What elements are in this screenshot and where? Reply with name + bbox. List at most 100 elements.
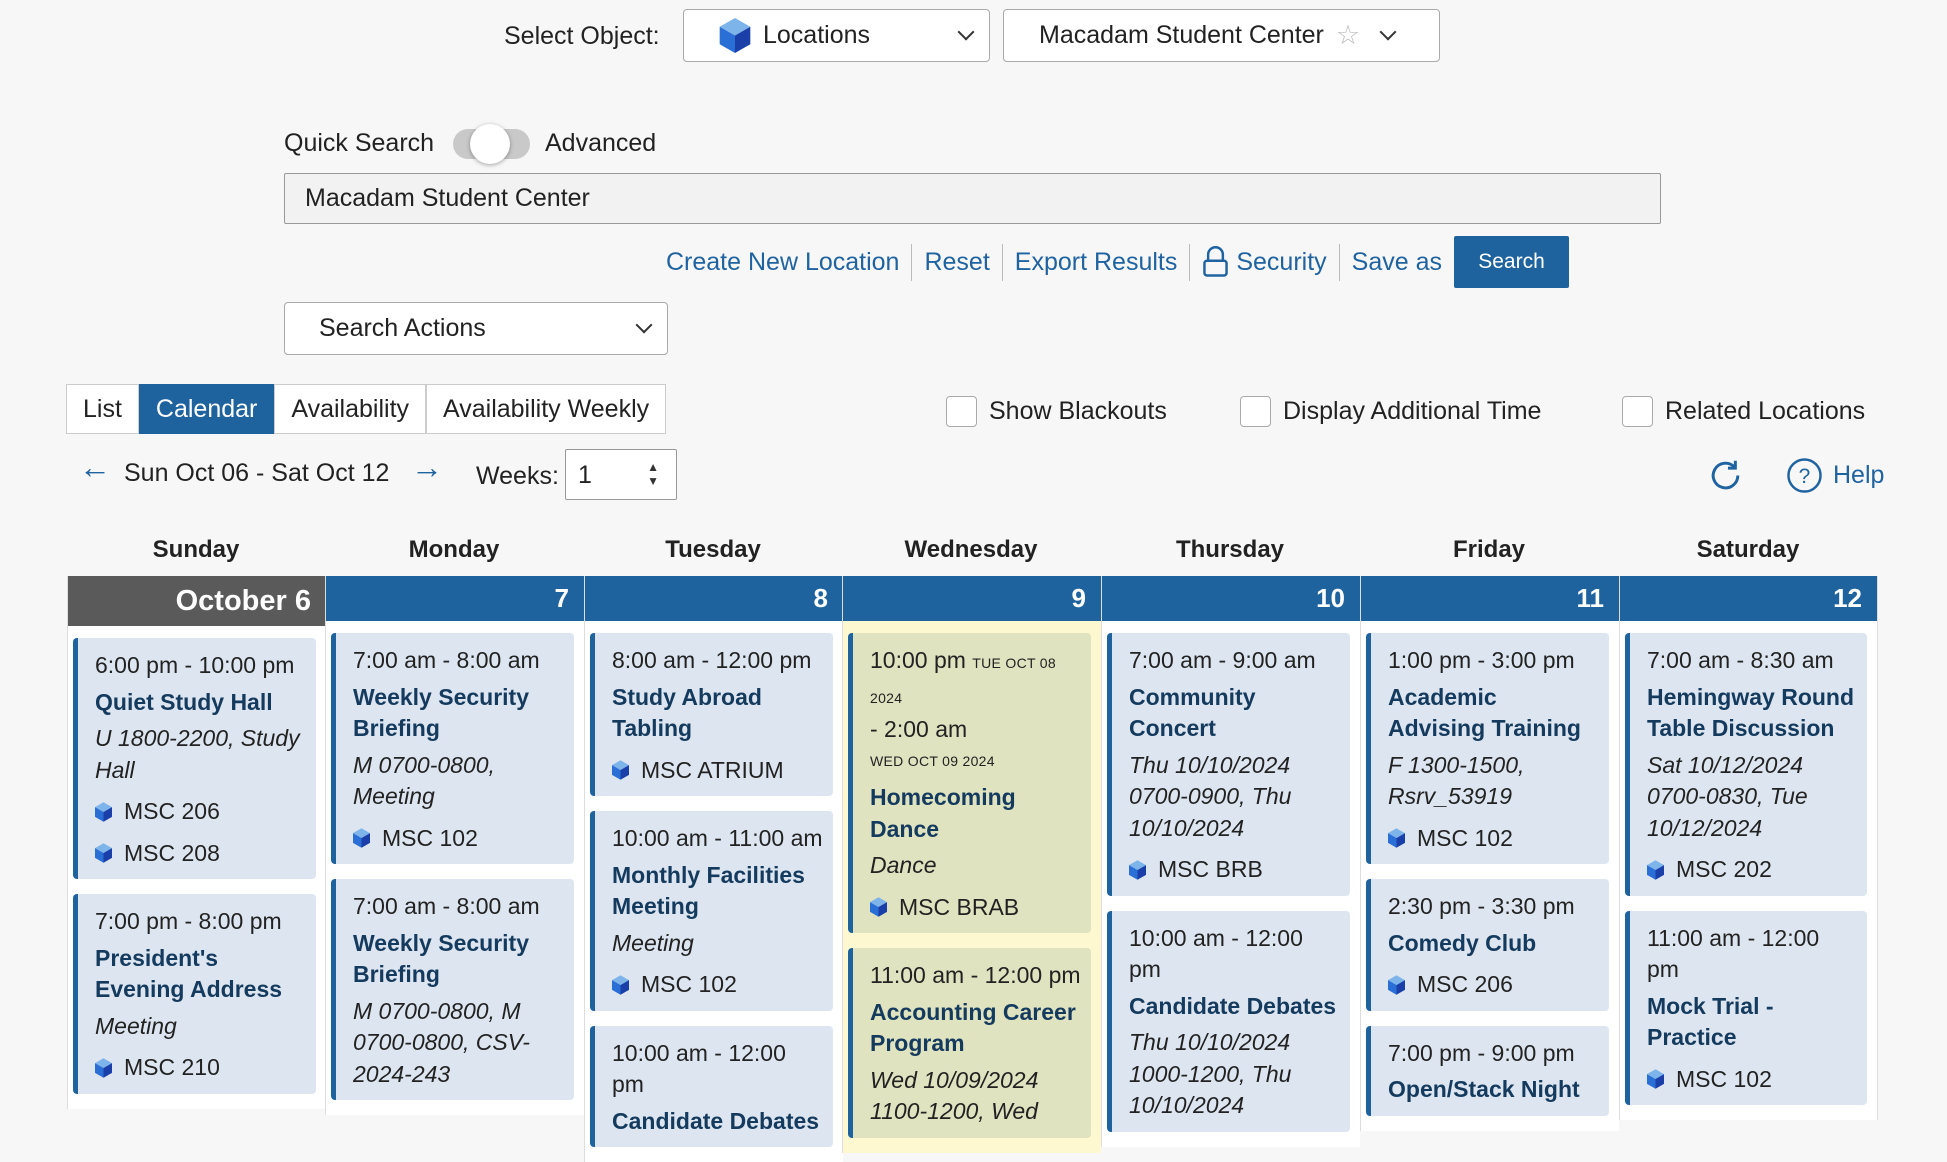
day-date-header[interactable]: 11	[1361, 576, 1619, 621]
day-date-header[interactable]: October 6	[68, 576, 326, 626]
event-title[interactable]: Monthly Facilities Meeting	[612, 860, 823, 923]
tab-list[interactable]: List	[66, 384, 139, 434]
event-card[interactable]: 7:00 am - 9:00 am Community Concert Thu 10…	[1107, 633, 1350, 896]
location-cube-icon	[95, 843, 112, 863]
event-title[interactable]: Community Concert	[1129, 682, 1340, 745]
event-detail: M 0700-0800, M 0700-0800, CSV-2024-243	[353, 997, 530, 1087]
event-card[interactable]: 10:00 am - 11:00 am Monthly Facilities Me…	[590, 811, 833, 1011]
event-location[interactable]: MSC 102	[612, 969, 823, 1001]
event-location[interactable]: MSC BRAB	[870, 892, 1081, 924]
show-blackouts-checkbox[interactable]: Show Blackouts	[946, 396, 1167, 427]
security-link[interactable]: Security	[1202, 246, 1327, 278]
export-results-link[interactable]: Export Results	[1015, 248, 1178, 277]
stepper-arrows-icon[interactable]: ▲ ▼	[647, 460, 659, 488]
svg-text:?: ?	[1799, 465, 1811, 488]
help-label: Help	[1833, 461, 1885, 489]
event-title[interactable]: Academic Advising Training	[1388, 682, 1599, 745]
day-name: Thursday	[1175, 536, 1285, 563]
object-name-value: Macadam Student Center	[1039, 21, 1324, 49]
related-locations-checkbox[interactable]: Related Locations	[1622, 396, 1865, 427]
day-date-header[interactable]: 7	[326, 576, 584, 621]
tab-calendar[interactable]: Calendar	[138, 384, 275, 434]
event-title[interactable]: Weekly Security Briefing	[353, 928, 564, 991]
location-cube-icon	[1388, 975, 1405, 995]
event-detail: Thu 10/10/2024 1000-1200, Thu 10/10/2024	[1129, 1029, 1292, 1118]
day-name: Friday	[1452, 536, 1526, 563]
day-date-header[interactable]: 12	[1620, 576, 1877, 621]
event-title[interactable]: President's Evening Address	[95, 943, 306, 1006]
event-title[interactable]: Weekly Security Briefing	[353, 682, 564, 745]
help-link[interactable]: ? Help	[1786, 457, 1884, 494]
event-location[interactable]: MSC 206	[1388, 969, 1599, 1001]
event-end-time: - 2:00 am	[870, 716, 968, 742]
event-card[interactable]: 7:00 am - 8:00 am Weekly Security Briefin…	[331, 633, 574, 864]
event-card[interactable]: 11:00 am - 12:00 pm Accounting Career Pro…	[848, 948, 1091, 1138]
event-card[interactable]: 7:00 am - 8:00 am Weekly Security Briefin…	[331, 879, 574, 1100]
reset-link[interactable]: Reset	[924, 248, 989, 277]
event-title[interactable]: Candidate Debates	[612, 1106, 823, 1138]
next-week-arrow-icon[interactable]: →	[411, 449, 443, 486]
event-card[interactable]: 7:00 pm - 8:00 pm President's Evening Add…	[73, 894, 316, 1094]
event-location[interactable]: MSC 102	[353, 823, 564, 855]
event-location[interactable]: MSC BRB	[1129, 854, 1340, 886]
event-time: 7:00 am - 9:00 am	[1129, 645, 1340, 677]
tab-availability[interactable]: Availability	[274, 384, 427, 434]
event-location[interactable]: MSC 102	[1647, 1064, 1857, 1096]
event-time: 2:30 pm - 3:30 pm	[1388, 891, 1599, 923]
location-cube-icon	[719, 18, 751, 53]
event-time: 7:00 am - 8:30 am	[1647, 645, 1857, 677]
tab-availability-weekly[interactable]: Availability Weekly	[426, 384, 667, 434]
event-card[interactable]: 6:00 pm - 10:00 pm Quiet Study Hall U 1800…	[73, 638, 316, 879]
event-location[interactable]: MSC 206	[95, 796, 306, 828]
day-date-header[interactable]: 10	[1102, 576, 1360, 621]
weeks-stepper[interactable]: 1 ▲ ▼	[565, 449, 677, 500]
event-detail: M 0700-0800, Meeting	[353, 751, 495, 810]
event-title[interactable]: Mock Trial - Practice	[1647, 991, 1857, 1054]
search-actions-dropdown[interactable]: Search Actions	[284, 302, 668, 355]
event-card[interactable]: 10:00 pm TUE OCT 08 2024- 2:00 am WED OCT…	[848, 633, 1091, 933]
event-title[interactable]: Candidate Debates	[1129, 991, 1340, 1023]
event-card[interactable]: 7:00 pm - 9:00 pm Open/Stack Night	[1366, 1025, 1609, 1116]
event-title[interactable]: Accounting Career Program	[870, 997, 1081, 1060]
event-time: 7:00 pm - 8:00 pm	[95, 906, 306, 938]
day-date-header[interactable]: 9	[843, 576, 1101, 621]
event-card[interactable]: 1:00 pm - 3:00 pm Academic Advising Train…	[1366, 633, 1609, 864]
event-card[interactable]: 2:30 pm - 3:30 pm Comedy Club MSC 206	[1366, 879, 1609, 1011]
object-name-dropdown[interactable]: Macadam Student Center ☆	[1003, 9, 1440, 62]
event-card[interactable]: 7:00 am - 8:30 am Hemingway Round Table D…	[1625, 633, 1867, 896]
event-title[interactable]: Hemingway Round Table Discussion	[1647, 682, 1857, 745]
search-button[interactable]: Search	[1454, 236, 1569, 288]
day-date-header[interactable]: 8	[585, 576, 843, 621]
star-icon[interactable]: ☆	[1336, 20, 1360, 51]
event-title[interactable]: Quiet Study Hall	[95, 687, 306, 719]
search-actions-label: Search Actions	[319, 314, 486, 342]
search-input[interactable]: Macadam Student Center	[284, 173, 1661, 224]
event-location[interactable]: MSC ATRIUM	[612, 755, 823, 787]
object-type-dropdown[interactable]: Locations	[683, 9, 990, 62]
event-location[interactable]: MSC 102	[1388, 823, 1599, 855]
event-card[interactable]: 8:00 am - 12:00 pm Study Abroad Tabling MS…	[590, 633, 833, 796]
search-mode-toggle[interactable]	[453, 124, 530, 164]
event-title[interactable]: Homecoming Dance	[870, 782, 1081, 845]
save-as-link[interactable]: Save as	[1352, 248, 1442, 277]
location-cube-icon	[1647, 860, 1664, 880]
event-card[interactable]: 10:00 am - 12:00 pm Candidate Debates	[590, 1025, 833, 1147]
event-card[interactable]: 10:00 am - 12:00 pm Candidate Debates Thu …	[1107, 910, 1350, 1132]
event-time: 6:00 pm - 10:00 pm	[95, 650, 306, 682]
event-time: 1:00 pm - 3:00 pm	[1388, 645, 1599, 677]
event-location-name: MSC 102	[641, 971, 737, 997]
event-location-name: MSC 208	[124, 839, 220, 866]
day-column-thursday: 10 7:00 am - 9:00 am Community Concert Thu …	[1101, 576, 1360, 1147]
event-location[interactable]: MSC 210	[95, 1052, 306, 1084]
event-title[interactable]: Study Abroad Tabling	[612, 682, 823, 745]
event-location[interactable]: MSC 202	[1647, 854, 1857, 886]
create-new-location-link[interactable]: Create New Location	[666, 248, 899, 277]
previous-week-arrow-icon[interactable]: ←	[79, 449, 111, 486]
event-time-text: 10:00 am - 12:00 pm	[612, 1039, 786, 1098]
refresh-icon[interactable]	[1707, 457, 1744, 494]
event-title[interactable]: Comedy Club	[1388, 928, 1599, 960]
event-card[interactable]: 11:00 am - 12:00 pm Mock Trial - Practice…	[1625, 910, 1867, 1105]
event-location-name: MSC BRB	[1158, 856, 1263, 882]
display-additional-time-checkbox[interactable]: Display Additional Time	[1240, 396, 1541, 427]
event-location[interactable]: MSC 208	[95, 838, 306, 870]
